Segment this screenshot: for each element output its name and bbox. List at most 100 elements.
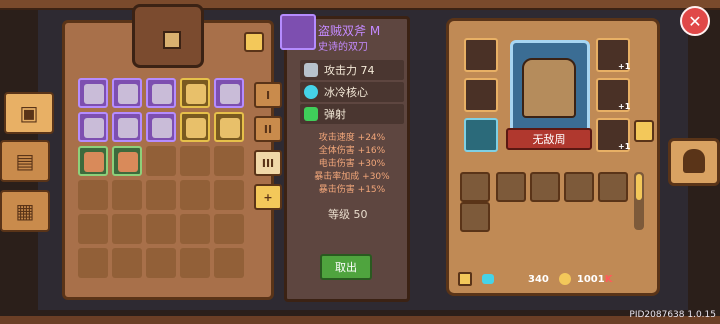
inventory-empty-slot[interactable]: [112, 248, 142, 278]
inventory-empty-slot[interactable]: [112, 214, 142, 244]
inventory-empty-slot[interactable]: [146, 214, 176, 244]
inventory-item-slot[interactable]: [78, 78, 108, 108]
tab-workshop[interactable]: ▦: [0, 190, 50, 232]
bottom-wood-border: [0, 316, 720, 324]
inventory-empty-slot[interactable]: [214, 180, 244, 210]
attack-stat: 攻击力 74: [300, 60, 404, 80]
inventory-empty-slot[interactable]: [180, 214, 210, 244]
bonus-line: 暴击率加成 +30%: [314, 172, 390, 182]
inventory-empty-slot[interactable]: [146, 248, 176, 278]
bounce-icon: [304, 107, 318, 121]
item-icon: [84, 118, 104, 138]
item-icon: [84, 152, 104, 172]
inventory-item-slot[interactable]: [180, 78, 210, 108]
weapon-axe-icon: [280, 14, 316, 50]
bag-slot[interactable]: [460, 172, 490, 202]
item-icon: [118, 152, 138, 172]
inventory-item-slot[interactable]: [214, 112, 244, 142]
weapon-level: 等级 50: [328, 208, 368, 221]
close-button[interactable]: ✕: [680, 6, 710, 36]
item-icon: [84, 84, 104, 104]
bag-slot[interactable]: [496, 172, 526, 202]
bonus-line: 攻击速度 +24%: [318, 133, 386, 143]
bag-slot[interactable]: [598, 172, 628, 202]
take-out-button[interactable]: 取出: [320, 254, 372, 280]
equip-slot-ring[interactable]: [464, 38, 498, 72]
inventory-item-slot[interactable]: [78, 146, 108, 176]
core-stat: 冰冷核心: [300, 82, 404, 102]
item-icon: [152, 118, 172, 138]
item-icon: [118, 84, 138, 104]
inventory-item-slot[interactable]: [112, 78, 142, 108]
build-version: PID2087638 1.0.15: [629, 310, 716, 320]
inventory-empty-slot[interactable]: [78, 248, 108, 278]
mode-stat: 弹射: [300, 104, 404, 124]
inventory-empty-slot[interactable]: [146, 146, 176, 176]
upgrade-badge: +1: [618, 62, 631, 71]
core-label: 冰冷核心: [324, 86, 368, 99]
upgrade-badge: +1: [618, 102, 631, 111]
inventory-item-slot[interactable]: [214, 78, 244, 108]
chest-icon: [132, 4, 204, 68]
gem-count: 340: [528, 273, 549, 285]
inventory-empty-slot[interactable]: [180, 248, 210, 278]
bonus-line: 暴击伤害 +15%: [318, 185, 386, 195]
inventory-empty-slot[interactable]: [180, 180, 210, 210]
coin-count: 1001: [576, 273, 605, 285]
chest-icon: ▣: [19, 101, 39, 125]
coin-suffix: K: [604, 273, 613, 285]
hero-name-plate: 无敌周: [506, 128, 592, 150]
inventory-empty-slot[interactable]: [78, 180, 108, 210]
currency-bar: 340 1001 K: [458, 270, 648, 288]
tab-blueprints[interactable]: ▤: [0, 140, 50, 182]
item-icon: [186, 118, 206, 138]
add-page-button[interactable]: +: [254, 184, 282, 210]
inventory-item-slot[interactable]: [112, 146, 142, 176]
equipment-next-button[interactable]: [634, 120, 654, 142]
item-icon: [118, 118, 138, 138]
inventory-item-slot[interactable]: [78, 112, 108, 142]
inventory-empty-slot[interactable]: [214, 248, 244, 278]
inventory-empty-slot[interactable]: [112, 180, 142, 210]
item-icon: [220, 84, 240, 104]
weapon-rarity: 史诗的双刀: [318, 42, 368, 53]
inventory-item-slot[interactable]: [112, 112, 142, 142]
inventory-empty-slot[interactable]: [180, 146, 210, 176]
inventory-empty-slot[interactable]: [214, 214, 244, 244]
equip-slot-amulet[interactable]: [464, 78, 498, 112]
inventory-item-slot[interactable]: [146, 112, 176, 142]
bonus-line: 全体伤害 +16%: [318, 146, 386, 156]
lock-icon[interactable]: [458, 272, 472, 286]
inventory-item-slot[interactable]: [146, 78, 176, 108]
equip-slot-pet[interactable]: [464, 118, 498, 152]
map-icon: ▤: [15, 149, 35, 173]
mode-label: 弹射: [324, 108, 346, 121]
bag-slot[interactable]: [460, 202, 490, 232]
item-icon: [186, 84, 206, 104]
bag-slot[interactable]: [530, 172, 560, 202]
bag-slot[interactable]: [564, 172, 594, 202]
close-icon: ✕: [688, 11, 702, 31]
page-tab-1[interactable]: I: [254, 82, 282, 108]
coin-icon: [558, 273, 571, 285]
inventory-empty-slot[interactable]: [214, 146, 244, 176]
tab-storage[interactable]: ▣: [4, 92, 54, 134]
sort-button[interactable]: [244, 32, 264, 52]
page-tab-3[interactable]: III: [254, 150, 282, 176]
gem-icon: [482, 274, 494, 284]
bag-scroll-thumb[interactable]: [636, 174, 642, 200]
inventory-item-slot[interactable]: [180, 112, 210, 142]
ice-core-icon: [304, 85, 318, 99]
weapon-name: 盗贼双斧 M: [318, 24, 381, 38]
helmet-tab[interactable]: [668, 138, 720, 186]
item-icon: [152, 84, 172, 104]
attack-label: 攻击力 74: [324, 64, 375, 77]
item-icon: [220, 118, 240, 138]
page-tab-2[interactable]: II: [254, 116, 282, 142]
hero-avatar: [522, 58, 576, 118]
inventory-empty-slot[interactable]: [146, 180, 176, 210]
workshop-icon: ▦: [15, 199, 35, 223]
top-wood-border: [0, 0, 720, 10]
inventory-empty-slot[interactable]: [78, 214, 108, 244]
bonus-line: 电击伤害 +30%: [318, 159, 386, 169]
